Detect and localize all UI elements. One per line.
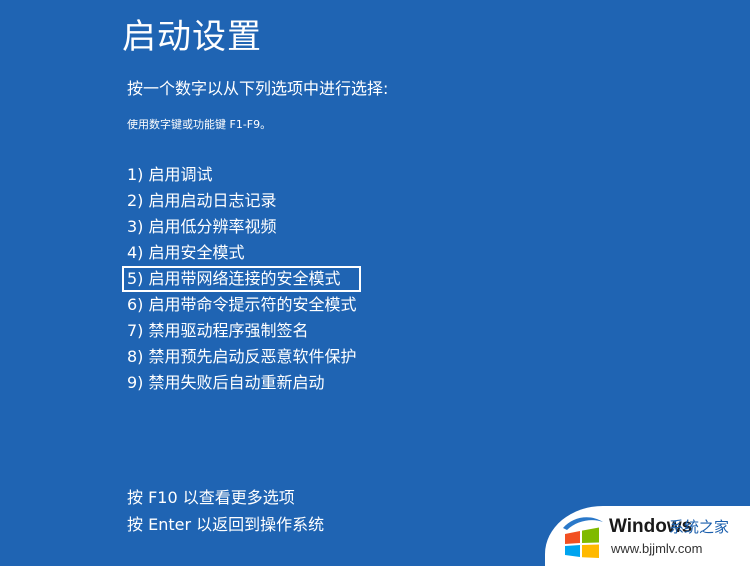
option-label: 4) 启用安全模式 xyxy=(127,243,245,262)
option-enable-debugging[interactable]: 1) 启用调试 xyxy=(127,162,359,188)
option-label: 9) 禁用失败后自动重新启动 xyxy=(127,373,325,392)
option-disable-driver-signature-enforcement[interactable]: 7) 禁用驱动程序强制签名 xyxy=(127,318,359,344)
option-label-selected: 5) 启用带网络连接的安全模式 xyxy=(122,266,361,292)
option-enable-safe-mode[interactable]: 4) 启用安全模式 xyxy=(127,240,359,266)
option-label: 3) 启用低分辨率视频 xyxy=(127,217,277,236)
watermark-url: www.bjjmlv.com xyxy=(611,541,703,556)
option-disable-early-launch-antimalware[interactable]: 8) 禁用预先启动反恶意软件保护 xyxy=(127,344,359,370)
watermark-site-name: 系统之家 xyxy=(669,518,730,536)
option-label: 8) 禁用预先启动反恶意软件保护 xyxy=(127,347,357,366)
option-enable-safe-mode-with-command-prompt[interactable]: 6) 启用带命令提示符的安全模式 xyxy=(127,292,359,318)
startup-options-list: 1) 启用调试 2) 启用启动日志记录 3) 启用低分辨率视频 4) 启用安全模… xyxy=(122,162,361,396)
more-options-hint[interactable]: 按 F10 以查看更多选项 xyxy=(127,484,324,511)
option-label: 1) 启用调试 xyxy=(127,165,213,184)
option-disable-auto-restart-after-failure[interactable]: 9) 禁用失败后自动重新启动 xyxy=(127,370,359,396)
startup-settings-screen: 启动设置 按一个数字以从下列选项中进行选择: 使用数字键或功能键 F1-F9。 … xyxy=(0,0,750,566)
option-label: 7) 禁用驱动程序强制签名 xyxy=(127,321,309,340)
page-title: 启动设置 xyxy=(122,17,262,57)
instruction-text: 按一个数字以从下列选项中进行选择: xyxy=(127,79,389,98)
option-enable-low-resolution-video[interactable]: 3) 启用低分辨率视频 xyxy=(127,214,359,240)
watermark: Windows 系统之家 www.bjjmlv.com xyxy=(545,506,750,566)
option-label: 2) 启用启动日志记录 xyxy=(127,191,277,210)
return-to-os-hint[interactable]: 按 Enter 以返回到操作系统 xyxy=(127,511,324,538)
option-enable-boot-logging[interactable]: 2) 启用启动日志记录 xyxy=(127,188,359,214)
windows-logo-icon xyxy=(563,517,603,558)
option-label: 6) 启用带命令提示符的安全模式 xyxy=(127,295,357,314)
subinstruction-text: 使用数字键或功能键 F1-F9。 xyxy=(127,118,272,131)
option-enable-safe-mode-with-networking[interactable]: 5) 启用带网络连接的安全模式 xyxy=(122,266,361,292)
footer-hints: 按 F10 以查看更多选项 按 Enter 以返回到操作系统 xyxy=(127,484,324,538)
